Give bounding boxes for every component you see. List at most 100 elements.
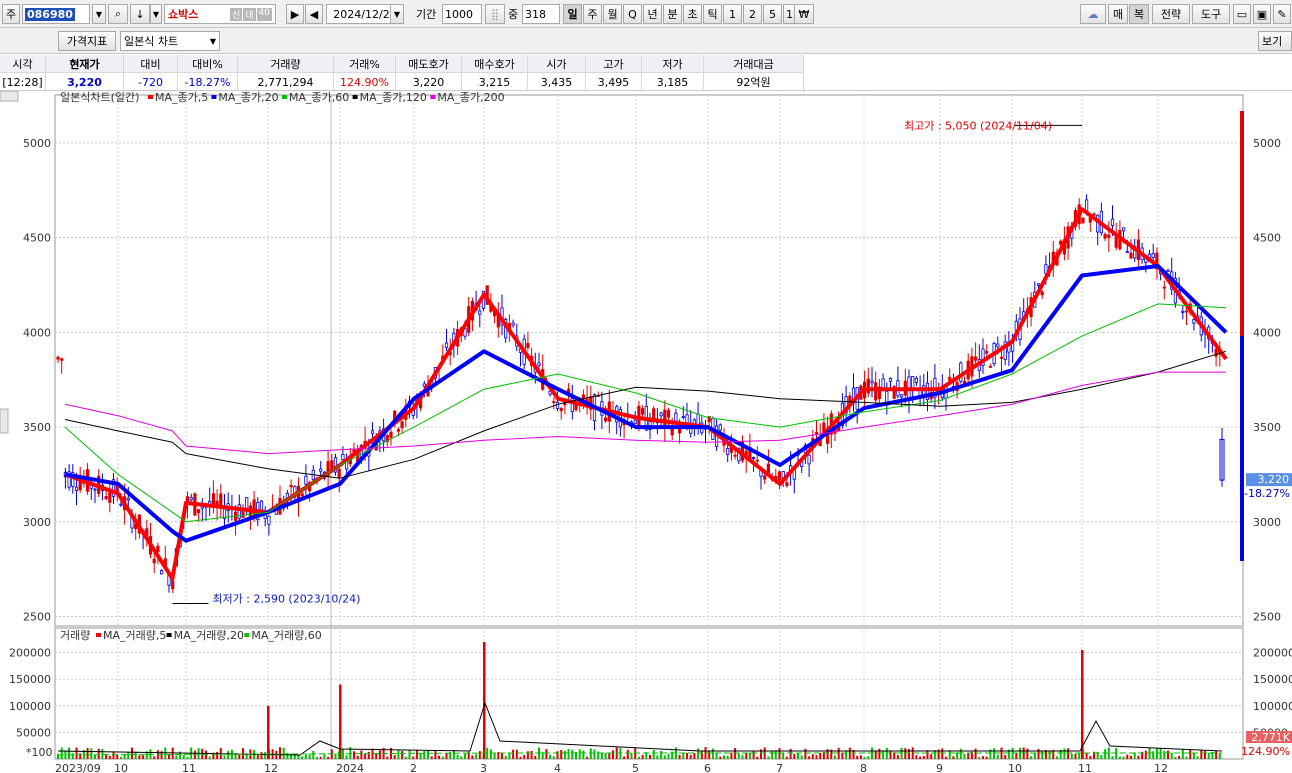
- period-input[interactable]: 1000: [442, 4, 482, 24]
- candle-body: [996, 343, 1000, 348]
- period-button[interactable]: 1: [723, 4, 742, 24]
- candle-body: [156, 545, 160, 553]
- chart-type-select[interactable]: 일본식 차트 ▼: [120, 31, 220, 51]
- period-button[interactable]: 2: [743, 4, 762, 24]
- volume-bar: [452, 750, 455, 759]
- volume-bar: [1126, 754, 1129, 759]
- code-dropdown-icon[interactable]: ▼: [92, 4, 106, 24]
- volume-bar: [837, 747, 840, 759]
- interval-select-icon[interactable]: ₩: [794, 4, 814, 24]
- price-tick-left: 3000: [23, 516, 51, 529]
- volume-bar: [386, 756, 389, 759]
- folder-icon[interactable]: ▭: [1233, 4, 1251, 24]
- current-price-label: 3,220: [1258, 473, 1290, 486]
- volume-bar: [304, 754, 307, 759]
- cloud-icon[interactable]: ☁: [1080, 4, 1106, 24]
- period-button[interactable]: 주: [583, 4, 602, 24]
- quote-value: 3,495: [586, 73, 642, 91]
- quote-header: 시각: [0, 55, 46, 73]
- volume-bar: [730, 752, 733, 759]
- volume-bar: [800, 755, 803, 759]
- volume-bar: [101, 748, 104, 759]
- volume-bar: [708, 750, 711, 759]
- x-axis-label: 4: [554, 762, 561, 773]
- volume-tick-left: 150000: [9, 673, 51, 686]
- date-dropdown-icon[interactable]: ▼: [390, 4, 404, 24]
- view-button[interactable]: 보기: [1258, 31, 1292, 51]
- candle-body: [400, 421, 404, 428]
- count-input[interactable]: 318: [522, 4, 560, 24]
- candle-body: [93, 488, 97, 491]
- sort-icon[interactable]: ↓: [130, 4, 150, 24]
- period-button[interactable]: 틱: [703, 4, 722, 24]
- sort-dropdown-icon[interactable]: ▼: [150, 4, 162, 24]
- tools-button[interactable]: 도구: [1192, 4, 1230, 24]
- price-panel-frame: [54, 94, 1244, 627]
- candle-body: [777, 471, 782, 481]
- volume-bar: [586, 756, 589, 759]
- stock-tag: 대: [243, 7, 256, 21]
- period-button[interactable]: 일: [563, 4, 582, 24]
- candle-body: [874, 382, 878, 401]
- stock-code-input[interactable]: 086980: [22, 4, 90, 24]
- quote-header: 대비%: [178, 55, 238, 73]
- period-button[interactable]: 초: [683, 4, 702, 24]
- volume-bar: [1204, 751, 1206, 759]
- volume-bar: [334, 753, 337, 759]
- price-tick-right: 4000: [1253, 326, 1281, 339]
- x-axis-label: 6: [704, 762, 711, 773]
- prev-arrow-icon[interactable]: ◀: [305, 4, 323, 24]
- volume-bar: [678, 754, 681, 759]
- candle-body: [641, 408, 645, 415]
- wrench-icon[interactable]: ✎: [1273, 4, 1291, 24]
- stock-name-field[interactable]: 쇼박스 신 대 40: [164, 4, 276, 24]
- period-button[interactable]: Q: [623, 4, 642, 24]
- next-arrow-icon[interactable]: ▶: [286, 4, 304, 24]
- chart-area[interactable]: 2500 2500 3000 3000 3500 3500 4000 4000 4500 4500…: [0, 91, 1292, 773]
- legend-swatch: [282, 95, 287, 99]
- volume-bar: [682, 753, 685, 759]
- legend-label: MA_종가,60: [289, 91, 349, 104]
- volume-bar: [589, 748, 592, 759]
- period-button[interactable]: 년: [643, 4, 662, 24]
- candle-body: [870, 380, 874, 384]
- volume-bar: [567, 749, 570, 759]
- volume-bar: [79, 753, 82, 759]
- volume-bar: [959, 748, 962, 759]
- period-button[interactable]: 월: [603, 4, 622, 24]
- search-icon[interactable]: ⌕: [108, 4, 128, 24]
- legend-label: MA_종가,20: [218, 91, 278, 104]
- candle-body: [559, 408, 563, 412]
- volume-bar: [856, 755, 859, 759]
- candle-body: [171, 580, 175, 589]
- chart-type-value: 일본식 차트: [124, 35, 179, 48]
- volume-bar: [441, 756, 444, 759]
- volume-bar: [593, 749, 596, 759]
- volume-bar: [530, 750, 533, 759]
- price-indicator-button[interactable]: 가격지표: [58, 31, 116, 51]
- volume-bar: [993, 748, 996, 759]
- stock-tags: 신 대 40: [229, 7, 272, 21]
- volume-bar: [119, 756, 122, 759]
- save-icon[interactable]: ▣: [1253, 4, 1271, 24]
- strategy-button[interactable]: 전략: [1152, 4, 1190, 24]
- market-type-button[interactable]: 주: [2, 4, 20, 24]
- period-button[interactable]: 분: [663, 4, 682, 24]
- volume-bar: [404, 756, 407, 759]
- volume-bar: [1048, 750, 1051, 759]
- stock-chart[interactable]: 2500 25003000 30003500 35004000 40004500 4500…: [0, 91, 1292, 773]
- multi-button[interactable]: 복: [1129, 4, 1149, 24]
- period-button[interactable]: 5: [763, 4, 782, 24]
- volume-bar: [434, 750, 437, 759]
- candle-body: [663, 409, 667, 428]
- candle-body: [60, 358, 64, 361]
- volume-bar: [216, 751, 219, 759]
- volume-bar: [478, 751, 481, 759]
- period-grid-icon[interactable]: ⣿: [485, 4, 505, 24]
- volume-bar: [423, 750, 426, 759]
- sell-button[interactable]: 매: [1108, 4, 1128, 24]
- candle-body: [752, 457, 756, 459]
- volume-bar: [689, 754, 692, 759]
- volume-bar: [415, 749, 418, 759]
- volume-bar: [789, 748, 792, 759]
